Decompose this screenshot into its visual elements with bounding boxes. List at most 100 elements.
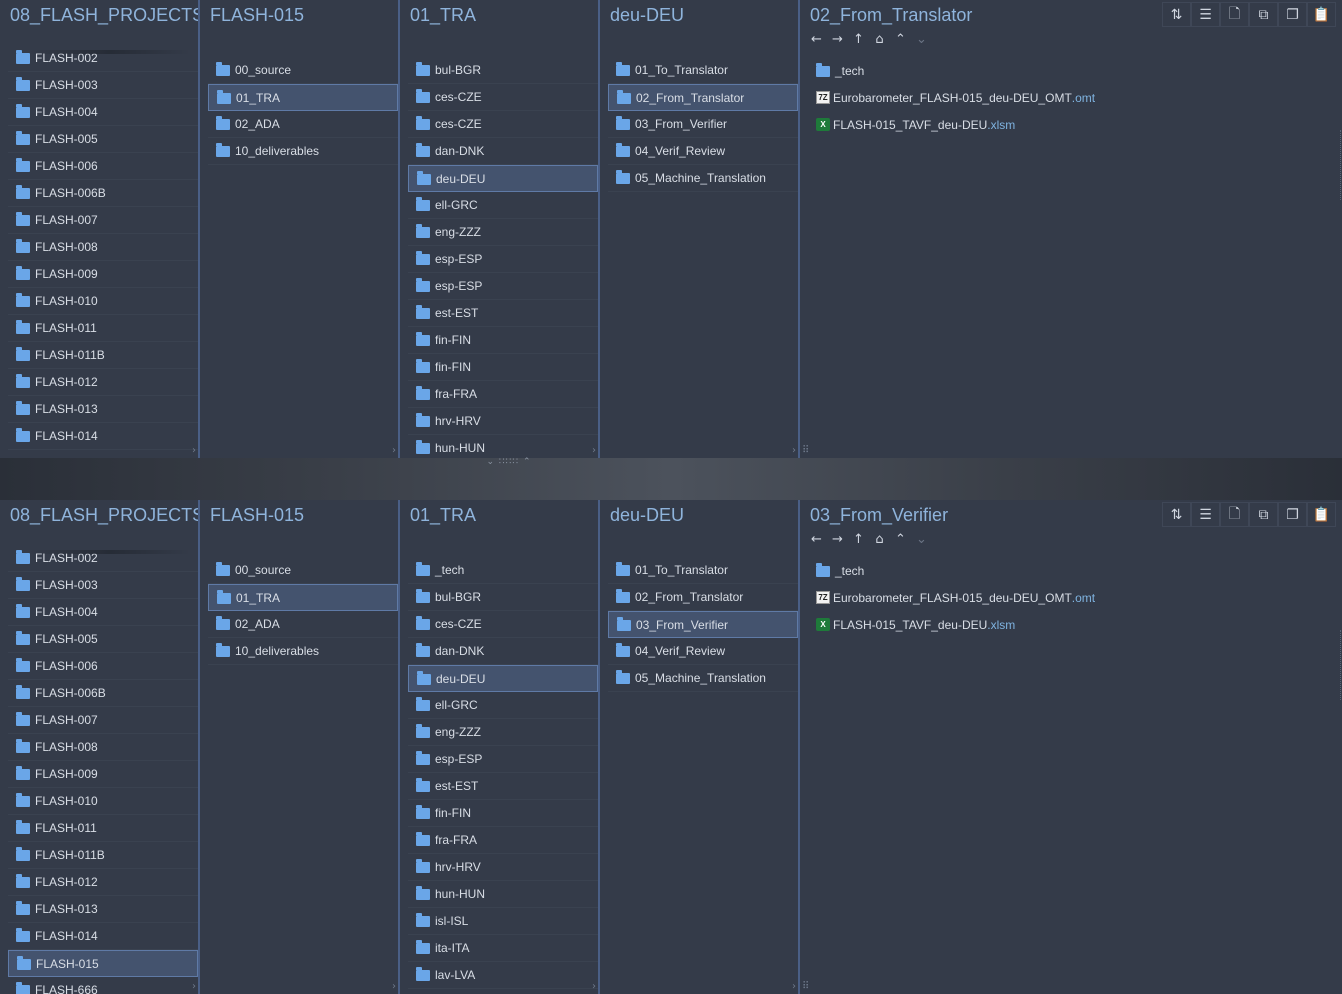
folder-item[interactable]: 01_To_Translator	[608, 557, 798, 584]
folder-item[interactable]: fra-FRA	[408, 827, 598, 854]
folder-item[interactable]: 01_TRA	[208, 84, 398, 111]
folder-item[interactable]: fin-FIN	[408, 800, 598, 827]
folder-item[interactable]: hrv-HRV	[408, 854, 598, 881]
back-icon[interactable]: ←	[808, 32, 825, 47]
folder-item[interactable]: FLASH-007	[8, 207, 198, 234]
folder-item[interactable]: ell-GRC	[408, 692, 598, 719]
scroll-right-icon[interactable]: ›	[392, 445, 396, 456]
folder-item[interactable]: FLASH-013	[8, 396, 198, 423]
folder-item[interactable]: FLASH-003	[8, 72, 198, 99]
folder-item[interactable]: FLASH-006	[8, 653, 198, 680]
folder-item[interactable]: FLASH-010	[8, 788, 198, 815]
expand-icon[interactable]: ⌄	[913, 532, 930, 547]
folder-item[interactable]: 05_Machine_Translation	[608, 665, 798, 692]
folder-item[interactable]: 02_From_Translator	[608, 84, 798, 111]
scroll-right-icon[interactable]: ›	[192, 445, 196, 456]
folder-item[interactable]: ita-ITA	[408, 935, 598, 962]
folder-item[interactable]: FLASH-008	[8, 234, 198, 261]
folder-item[interactable]: 04_Verif_Review	[608, 638, 798, 665]
forward-icon[interactable]: →	[829, 532, 846, 547]
folder-item[interactable]: fra-FRA	[408, 381, 598, 408]
folder-item[interactable]: hun-HUN	[408, 435, 598, 458]
folder-item[interactable]: 00_source	[208, 57, 398, 84]
back-icon[interactable]: ←	[808, 532, 825, 547]
folder-item[interactable]: 02_From_Translator	[608, 584, 798, 611]
folder-item[interactable]: esp-ESP	[408, 246, 598, 273]
scroll-right-icon[interactable]: ›	[792, 445, 796, 456]
collapse-icon[interactable]: ⌃	[892, 532, 909, 547]
forward-icon[interactable]: →	[829, 32, 846, 47]
scrollbar[interactable]	[1338, 130, 1341, 200]
expand-icon[interactable]: ⌄	[913, 32, 930, 47]
folder-item[interactable]: 05_Machine_Translation	[608, 165, 798, 192]
copy-icon[interactable]: ❐	[1278, 502, 1307, 527]
file-item[interactable]: 7Z Eurobarometer_FLASH-015_deu-DEU_OMT .om…	[808, 84, 1334, 111]
folder-item[interactable]: FLASH-011	[8, 815, 198, 842]
folder-item[interactable]: FLASH-004	[8, 599, 198, 626]
folder-item[interactable]: fin-FIN	[408, 327, 598, 354]
folder-item[interactable]: 10_deliverables	[208, 638, 398, 665]
folder-item[interactable]: ces-CZE	[408, 611, 598, 638]
folder-item[interactable]: FLASH-005	[8, 126, 198, 153]
folder-item[interactable]: FLASH-003	[8, 572, 198, 599]
folder-item[interactable]: hun-HUN	[408, 881, 598, 908]
splitter-grip-icon[interactable]: ⌄ ∷∷∷ ⌃	[474, 458, 544, 468]
folder-item[interactable]: FLASH-013	[8, 896, 198, 923]
folder-item[interactable]: isl-ISL	[408, 908, 598, 935]
paste-icon[interactable]: 📋	[1307, 502, 1336, 527]
folder-item[interactable]: deu-DEU	[408, 665, 598, 692]
folder-item[interactable]: _tech	[408, 557, 598, 584]
folder-item[interactable]: dan-DNK	[408, 138, 598, 165]
folder-item[interactable]: ell-GRC	[408, 192, 598, 219]
scroll-right-icon[interactable]: ›	[192, 981, 196, 992]
folder-item[interactable]: ces-CZE	[408, 84, 598, 111]
folder-item[interactable]: FLASH-014	[8, 923, 198, 950]
folder-item[interactable]: hrv-HRV	[408, 408, 598, 435]
folder-item[interactable]: FLASH-012	[8, 869, 198, 896]
up-icon[interactable]: ↑	[850, 532, 867, 547]
scroll-right-icon[interactable]: ›	[792, 981, 796, 992]
sort-icon[interactable]: ⇅	[1162, 2, 1191, 27]
scrollbar[interactable]	[1338, 630, 1341, 700]
folder-item[interactable]: FLASH-666	[8, 977, 198, 994]
file-item[interactable]: 7Z Eurobarometer_FLASH-015_deu-DEU_OMT .om…	[808, 584, 1334, 611]
new-file-icon[interactable]: 🗋	[1220, 2, 1249, 27]
folder-item[interactable]: 03_From_Verifier	[608, 111, 798, 138]
folder-item[interactable]: 03_From_Verifier	[608, 611, 798, 638]
folder-item[interactable]: dan-DNK	[408, 638, 598, 665]
folder-item[interactable]: ces-CZE	[408, 111, 598, 138]
scroll-right-icon[interactable]: ›	[592, 981, 596, 992]
new-tab-icon[interactable]: ⧉	[1249, 502, 1278, 527]
folder-item[interactable]: FLASH-006	[8, 153, 198, 180]
folder-item[interactable]: FLASH-007	[8, 707, 198, 734]
new-tab-icon[interactable]: ⧉	[1249, 2, 1278, 27]
details-view-icon[interactable]: ☰	[1191, 502, 1220, 527]
resize-grip-icon[interactable]: ⠿	[802, 981, 809, 992]
folder-item[interactable]: 01_To_Translator	[608, 57, 798, 84]
folder-item[interactable]: 02_ADA	[208, 111, 398, 138]
pane-splitter[interactable]: ⌄ ∷∷∷ ⌃	[0, 458, 1342, 500]
folder-item[interactable]: FLASH-006B	[8, 680, 198, 707]
folder-item[interactable]: 02_ADA	[208, 611, 398, 638]
collapse-icon[interactable]: ⌃	[892, 32, 909, 47]
folder-item[interactable]: 10_deliverables	[208, 138, 398, 165]
folder-item[interactable]: FLASH-005	[8, 626, 198, 653]
folder-item[interactable]: esp-ESP	[408, 273, 598, 300]
folder-item[interactable]: fin-FIN	[408, 354, 598, 381]
folder-item[interactable]: esp-ESP	[408, 746, 598, 773]
folder-item[interactable]: FLASH-011B	[8, 842, 198, 869]
folder-item[interactable]: FLASH-009	[8, 761, 198, 788]
folder-item[interactable]: 04_Verif_Review	[608, 138, 798, 165]
folder-item[interactable]: lav-LVA	[408, 962, 598, 989]
new-file-icon[interactable]: 🗋	[1220, 502, 1249, 527]
folder-item[interactable]: FLASH-008	[8, 734, 198, 761]
folder-item[interactable]: est-EST	[408, 773, 598, 800]
folder-item[interactable]: 01_TRA	[208, 584, 398, 611]
folder-item[interactable]: FLASH-015	[8, 950, 198, 977]
folder-item[interactable]: FLASH-011B	[8, 342, 198, 369]
folder-item[interactable]: bul-BGR	[408, 584, 598, 611]
folder-item[interactable]: FLASH-014	[8, 423, 198, 450]
folder-item[interactable]: FLASH-010	[8, 288, 198, 315]
folder-item[interactable]: FLASH-006B	[8, 180, 198, 207]
folder-item[interactable]: eng-ZZZ	[408, 719, 598, 746]
